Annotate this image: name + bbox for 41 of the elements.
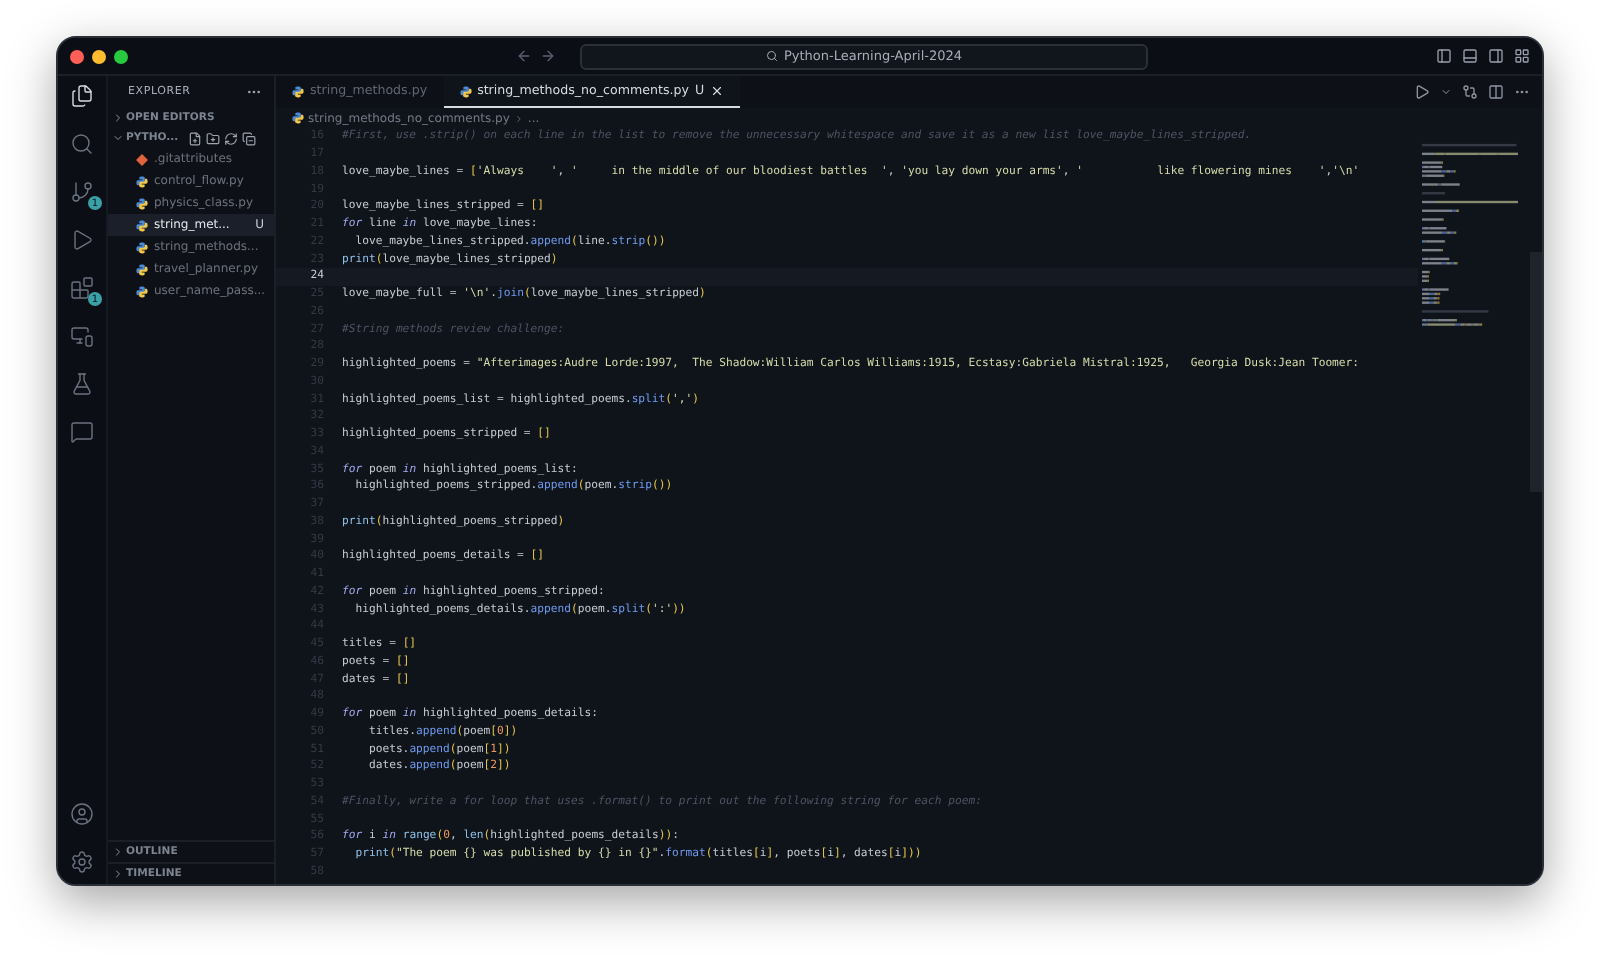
caret-icon[interactable] — [1440, 86, 1452, 98]
search-icon[interactable] — [68, 130, 96, 158]
compare-icon[interactable] — [1462, 84, 1478, 100]
layout-icon[interactable] — [1514, 48, 1530, 64]
python-file-icon — [136, 241, 148, 253]
files-icon[interactable] — [68, 82, 96, 110]
search-icon — [765, 50, 778, 62]
settings-icon[interactable] — [68, 848, 96, 876]
account-icon[interactable] — [68, 800, 96, 828]
python-file-icon — [136, 197, 148, 209]
panel-bottom-icon[interactable] — [1462, 48, 1478, 64]
chat-icon[interactable] — [68, 418, 96, 446]
python-file-icon — [136, 263, 148, 275]
chevron-right-icon — [112, 112, 124, 124]
git-file-icon — [136, 153, 148, 165]
panel-right-icon[interactable] — [1488, 48, 1504, 64]
flask-icon[interactable] — [68, 370, 96, 398]
python-file-icon — [136, 285, 148, 297]
new-folder-icon[interactable] — [206, 131, 221, 145]
monitor-icon[interactable] — [68, 322, 96, 350]
python-file-icon — [292, 112, 304, 124]
minimize-icon[interactable] — [92, 49, 106, 63]
chevron-down-icon — [112, 132, 124, 144]
chevron-icon — [513, 113, 524, 123]
refresh-icon[interactable] — [224, 131, 239, 145]
play-icon[interactable] — [1414, 84, 1430, 100]
close-icon[interactable] — [710, 84, 725, 98]
python-file-icon — [136, 219, 148, 231]
new-file-icon[interactable] — [188, 131, 203, 145]
panel-left-icon[interactable] — [1436, 48, 1452, 64]
maximize-icon[interactable] — [114, 49, 128, 63]
scrollbar-thumb[interactable] — [1530, 252, 1542, 492]
python-file-icon — [459, 85, 472, 97]
python-file-icon — [292, 85, 304, 97]
collapse-icon[interactable] — [242, 131, 257, 145]
play-icon[interactable] — [68, 226, 96, 254]
split-editor-icon[interactable] — [1488, 84, 1504, 100]
close-icon[interactable] — [70, 49, 84, 63]
back-arrow-icon[interactable] — [516, 48, 532, 64]
python-file-icon — [136, 175, 148, 187]
forward-arrow-icon[interactable] — [540, 48, 556, 64]
